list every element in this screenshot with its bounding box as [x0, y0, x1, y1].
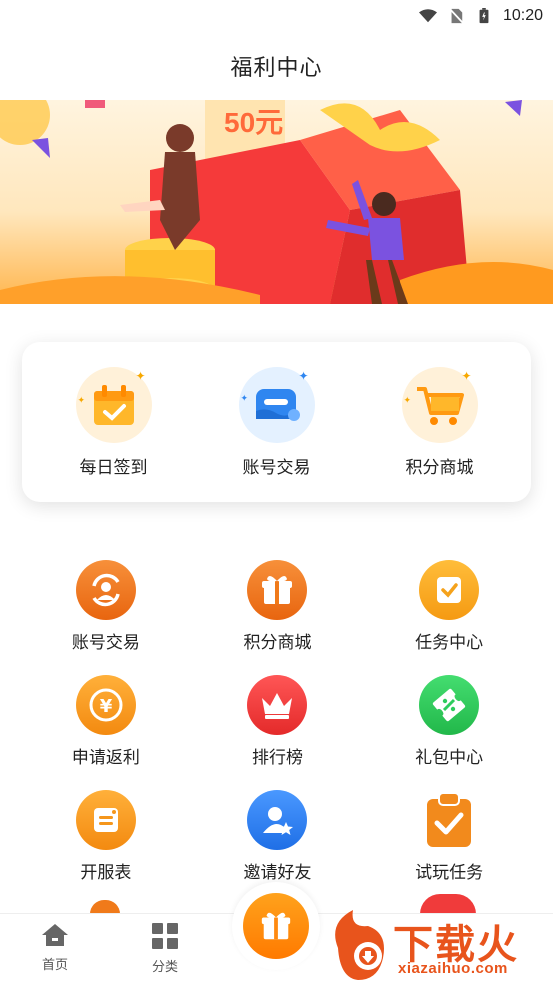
nav-item-home[interactable]: 首页 — [0, 914, 110, 983]
grid-item-trial-task[interactable]: 试玩任务 — [363, 790, 535, 883]
battery-icon — [479, 8, 489, 24]
grid-item-task-center[interactable]: 任务中心 — [363, 560, 535, 653]
task-check-icon — [419, 560, 480, 620]
account-swap-icon — [75, 560, 136, 620]
header: 福利中心 — [0, 32, 553, 100]
grid-item-invite-friends[interactable]: 邀请好友 — [192, 790, 364, 883]
invite-user-icon — [247, 790, 308, 850]
center-gift-button-inner — [243, 893, 309, 959]
category-grid-icon — [152, 923, 178, 949]
featured-item-points-mall[interactable]: ✦ ✦ 积分商城 — [370, 366, 510, 478]
cart-icon: ✦ ✦ — [401, 366, 478, 443]
watermark-text-en: xiazaihuo.com — [398, 960, 508, 977]
center-gift-button[interactable] — [232, 882, 320, 970]
grid-item-ranking[interactable]: 排行榜 — [192, 675, 364, 768]
status-time: 10:20 — [502, 7, 543, 24]
partial-row-icon — [90, 900, 120, 914]
svg-text:¥: ¥ — [100, 696, 113, 717]
nav-label: 分类 — [151, 959, 178, 974]
sim-off-icon — [449, 8, 464, 24]
grid-label: 任务中心 — [415, 633, 484, 652]
grid-label: 排行榜 — [251, 748, 303, 767]
featured-card: ✦ ✦ 每日签到 ✦ ✦ 账号交易 ✦ ✦ 积分商城 — [22, 342, 531, 502]
page-title: 福利中心 — [230, 55, 323, 80]
note-icon — [75, 790, 136, 850]
featured-label: 每日签到 — [79, 457, 148, 477]
featured-item-account-trade[interactable]: ✦ ✦ 账号交易 — [207, 366, 347, 478]
banner-illustration: 50元 — [0, 100, 553, 304]
grid-item-server-schedule[interactable]: 开服表 — [20, 790, 192, 883]
grid-label: 申请返利 — [71, 748, 140, 767]
promo-banner[interactable]: 50元 — [0, 100, 553, 304]
grid-item-account-trade[interactable]: 账号交易 — [20, 560, 192, 653]
nav-label: 首页 — [41, 957, 68, 972]
nav-item-category[interactable]: 分类 — [110, 914, 220, 983]
featured-item-daily-signin[interactable]: ✦ ✦ 每日签到 — [44, 366, 184, 478]
calendar-check-icon: ✦ ✦ — [75, 366, 152, 443]
featured-label: 账号交易 — [242, 457, 311, 477]
ticket-icon — [419, 675, 480, 735]
gift-icon — [247, 560, 308, 620]
grid-label: 账号交易 — [71, 633, 140, 652]
account-trade-icon: ✦ ✦ — [238, 366, 315, 443]
yuan-coin-icon: ¥ — [75, 675, 136, 735]
crown-icon — [247, 675, 308, 735]
feature-grid: 账号交易 积分商城 任务中心 ¥ 申请返利 排行榜 礼包中心 开服表 邀请好友 … — [20, 560, 535, 883]
wifi-icon — [418, 9, 437, 23]
grid-label: 积分商城 — [243, 633, 312, 652]
grid-label: 开服表 — [80, 863, 132, 882]
featured-label: 积分商城 — [405, 457, 474, 477]
grid-item-points-mall[interactable]: 积分商城 — [192, 560, 364, 653]
status-bar: 10:20 — [0, 0, 553, 32]
gift-icon — [261, 912, 291, 940]
home-icon — [42, 924, 68, 946]
grid-item-rebate[interactable]: ¥ 申请返利 — [20, 675, 192, 768]
grid-item-gift-pack[interactable]: 礼包中心 — [363, 675, 535, 768]
grid-label: 礼包中心 — [415, 748, 484, 767]
grid-label: 试玩任务 — [415, 863, 484, 882]
grid-label: 邀请好友 — [243, 863, 312, 882]
clipboard-check-icon — [419, 790, 479, 850]
banner-badge: 50元 — [224, 107, 283, 138]
